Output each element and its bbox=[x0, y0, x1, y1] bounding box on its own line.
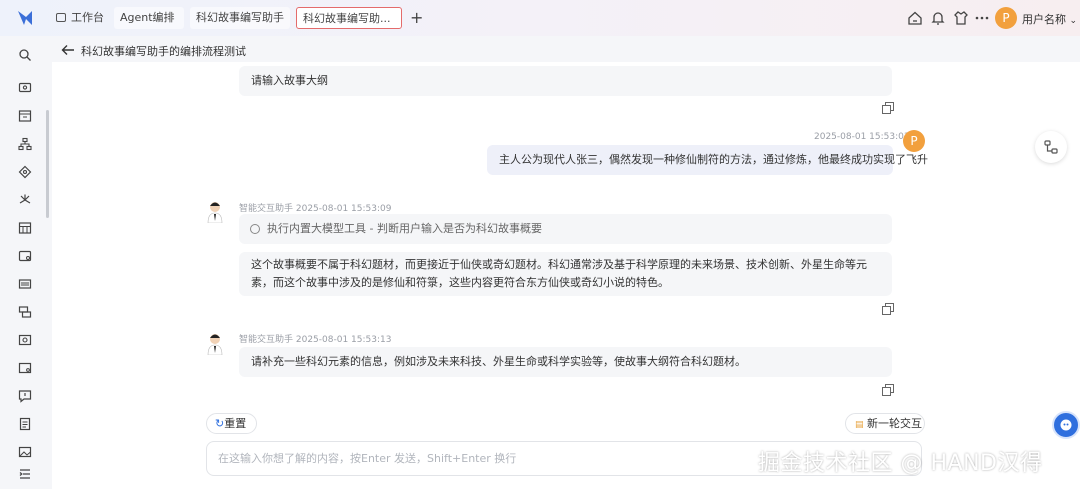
bot-avatar bbox=[206, 56, 224, 66]
watermark: 掘金技术社区 @ HAND汉得 bbox=[758, 451, 1043, 476]
link-icon bbox=[1044, 140, 1058, 154]
tool-gear-icon bbox=[250, 224, 260, 234]
bell-icon[interactable] bbox=[930, 10, 946, 26]
tab-label: 科幻故事编写助手 bbox=[196, 11, 284, 24]
menu-collapse-icon[interactable] bbox=[18, 467, 32, 481]
barcode-icon[interactable] bbox=[18, 277, 32, 291]
bot-message-meta: 智能交互助手 2025-08-01 15:53:13 bbox=[239, 335, 392, 345]
tab-scifi-assistant[interactable]: 科幻故事编写助手 bbox=[190, 7, 290, 29]
sidebar bbox=[0, 36, 50, 489]
sidebar-scrollbar[interactable] bbox=[46, 110, 49, 218]
bot-message-bubble: 请补充一些科幻元素的信息，例如涉及未来科技、外星生命或科学实验等，使故事大纲符合… bbox=[239, 347, 892, 377]
message-text: 主人公为现代人张三，偶然发现一种修仙制符的方法，通过修炼，他最终成功实现了飞升 bbox=[499, 153, 928, 166]
bot-avatar bbox=[207, 202, 223, 223]
bot-avatar bbox=[207, 334, 223, 355]
new-round-button[interactable]: ▤ 新一轮交互 bbox=[845, 413, 925, 434]
bot-message-bubble: 这个故事概要不属于科幻题材，而更接近于仙侠或奇幻题材。科幻通常涉及基于科学原理的… bbox=[239, 252, 892, 296]
grid-calendar-icon[interactable] bbox=[18, 221, 32, 235]
image-box-icon[interactable] bbox=[18, 361, 32, 375]
shirt-icon[interactable] bbox=[953, 10, 969, 26]
monitor-icon bbox=[56, 13, 66, 22]
user-name: 用户名称 bbox=[1022, 13, 1066, 26]
document-icon[interactable] bbox=[18, 417, 32, 431]
chevron-down-icon: ⌄ bbox=[1069, 16, 1078, 26]
top-bar: 工作台 Agent编排 科幻故事编写助手 科幻故事编写助... + P 用户名称… bbox=[0, 0, 1080, 36]
refresh-icon: ↻ bbox=[215, 417, 225, 430]
input-placeholder: 在这输入你想了解的内容，按Enter 发送，Shift+Enter 换行 bbox=[218, 452, 517, 465]
calendar-icon[interactable] bbox=[18, 109, 32, 123]
back-arrow-icon[interactable] bbox=[60, 42, 76, 58]
message-text: 请输入故事大纲 bbox=[251, 74, 328, 87]
copy-icon[interactable] bbox=[882, 303, 894, 315]
message-text: 这个故事概要不属于科幻题材，而更接近于仙侠或奇幻题材。科幻通常涉及基于科学原理的… bbox=[251, 258, 867, 289]
message-time: 2025-08-01 15:53:03 bbox=[814, 132, 910, 142]
assistant-icon bbox=[1060, 419, 1072, 431]
user-message-bubble: 主人公为现代人张三，偶然发现一种修仙制符的方法，通过修炼，他最终成功实现了飞升 bbox=[487, 145, 928, 175]
mail-card-icon[interactable] bbox=[18, 249, 32, 263]
tab-label: 工作台 bbox=[71, 11, 104, 24]
tool-call-indicator: 执行内置大模型工具 - 判断用户输入是否为科幻故事概要 bbox=[239, 214, 892, 244]
home-icon[interactable] bbox=[907, 10, 923, 26]
user-message-avatar: P bbox=[903, 130, 925, 152]
fan-icon[interactable] bbox=[18, 193, 32, 207]
app-logo-icon[interactable] bbox=[16, 9, 34, 27]
copy-icon[interactable] bbox=[882, 102, 894, 114]
camera-box-icon[interactable] bbox=[18, 333, 32, 347]
prompt-message-bubble: 请输入故事大纲 bbox=[239, 66, 892, 96]
tab-label: 科幻故事编写助... bbox=[303, 12, 391, 25]
copy-icon[interactable] bbox=[882, 384, 894, 396]
picture-icon[interactable] bbox=[18, 445, 32, 459]
new-round-label: 新一轮交互 bbox=[867, 417, 923, 430]
search-icon[interactable] bbox=[18, 48, 32, 62]
user-name-dropdown[interactable]: 用户名称 ⌄ bbox=[1022, 11, 1077, 27]
user-avatar[interactable]: P bbox=[995, 7, 1017, 29]
stack-icon[interactable] bbox=[18, 305, 32, 319]
monitor-icon[interactable] bbox=[18, 81, 32, 95]
assistant-launcher-button[interactable] bbox=[1052, 411, 1080, 439]
tool-call-text: 执行内置大模型工具 - 判断用户输入是否为科幻故事概要 bbox=[267, 222, 542, 235]
message-text: 请补充一些科幻元素的信息，例如涉及未来科技、外星生命或科学实验等，使故事大纲符合… bbox=[251, 355, 746, 368]
layers-icon[interactable] bbox=[18, 165, 32, 179]
bot-message-meta: 智能交互助手 2025-08-01 15:53:09 bbox=[239, 204, 392, 214]
tab-scifi-assistant-active[interactable]: 科幻故事编写助... bbox=[296, 7, 402, 29]
reset-label: 重置 bbox=[224, 417, 247, 430]
tab-agent-orchestration[interactable]: Agent编排 bbox=[114, 7, 184, 29]
more-icon[interactable] bbox=[974, 10, 990, 26]
add-tab-button[interactable]: + bbox=[410, 8, 423, 28]
new-chat-icon: ▤ bbox=[855, 420, 864, 430]
tab-label: Agent编排 bbox=[120, 11, 175, 24]
tab-workbench[interactable]: 工作台 bbox=[52, 7, 110, 29]
floating-tool-button[interactable] bbox=[1035, 131, 1067, 163]
reset-button[interactable]: ↻重置 bbox=[206, 413, 257, 434]
org-chart-icon[interactable] bbox=[18, 137, 32, 151]
chat-box-icon[interactable] bbox=[18, 389, 32, 403]
